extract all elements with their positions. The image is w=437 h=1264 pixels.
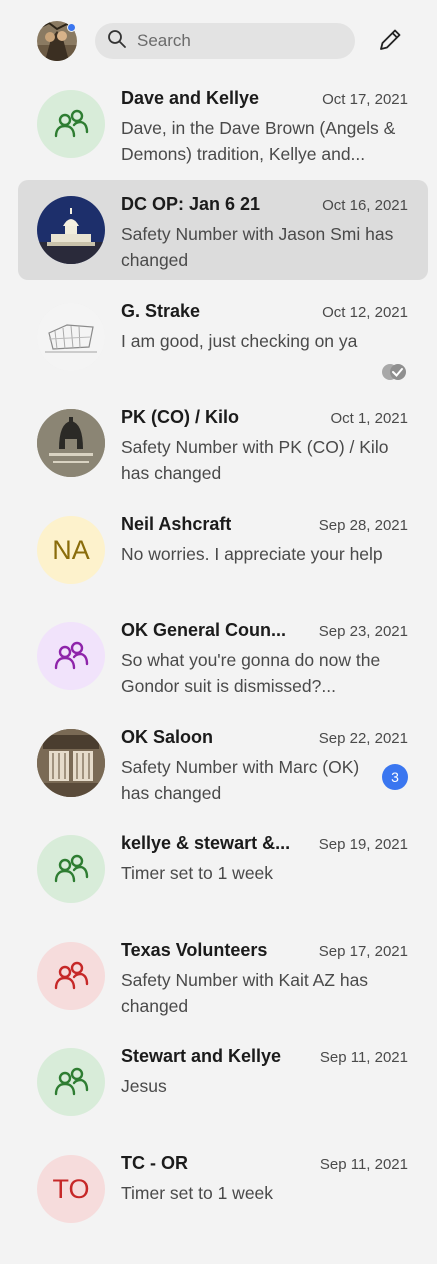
helmet-logo <box>37 409 105 477</box>
conversation-date: Sep 11, 2021 <box>319 1049 408 1066</box>
group-icon <box>54 854 89 883</box>
avatar-initials: NA <box>52 534 90 565</box>
conversation-name: Texas Volunteers <box>121 940 268 960</box>
conversation-row[interactable]: OK Saloon Sep 22, 2021 Safety Number wit… <box>18 713 428 813</box>
message-snippet: Safety Number with Jason Smi has changed <box>121 224 394 270</box>
conversation-name: Dave and Kellye <box>121 88 260 108</box>
group-icon <box>54 109 89 138</box>
conversation-row[interactable]: Texas Volunteers Sep 17, 2021 Safety Num… <box>18 926 428 1026</box>
group-icon <box>54 1067 89 1096</box>
conversation-name: G. Strake <box>121 301 201 321</box>
avatar <box>37 303 105 371</box>
conversation-date: Sep 17, 2021 <box>318 943 408 960</box>
avatar: TO <box>37 1155 105 1223</box>
message-snippet: Safety Number with PK (CO) / Kilo has ch… <box>121 437 389 483</box>
conversation-row[interactable]: kellye & stewart &... Sep 19, 2021 Timer… <box>18 819 428 919</box>
read-receipt-icon <box>380 362 408 387</box>
message-snippet: Dave, in the Dave Brown (Angels & Demons… <box>121 118 396 164</box>
conversation-date: Sep 11, 2021 <box>319 1156 408 1173</box>
conversation-row[interactable]: OK General Coun... Sep 23, 2021 So what … <box>18 606 428 706</box>
avatar <box>37 1048 105 1116</box>
message-snippet: Timer set to 1 week <box>121 863 274 883</box>
capitol-photo <box>37 196 105 264</box>
message-snippet: Safety Number with Marc (OK) has changed <box>121 757 360 803</box>
unread-count-badge: 3 <box>382 764 408 790</box>
message-snippet: I am good, just checking on ya <box>121 331 358 351</box>
message-snippet: So what you're gonna do now the Gondor s… <box>121 650 381 696</box>
conversation-name: Stewart and Kellye <box>121 1046 282 1066</box>
pencil-icon <box>376 26 404 59</box>
conversation-row[interactable]: G. Strake Oct 12, 2021 I am good, just c… <box>18 287 428 387</box>
conversation-row[interactable]: TO TC - OR Sep 11, 2021 Timer set to 1 w… <box>18 1139 428 1239</box>
conversation-row[interactable]: NA Neil Ashcraft Sep 28, 2021 No worries… <box>18 500 428 600</box>
conversation-row[interactable]: PK (CO) / Kilo Oct 1, 2021 Safety Number… <box>18 393 428 493</box>
top-bar <box>0 0 437 80</box>
group-icon <box>54 961 89 990</box>
new-story-indicator <box>67 23 76 32</box>
conversation-date: Sep 19, 2021 <box>318 836 408 853</box>
avatar <box>37 942 105 1010</box>
search-bar[interactable] <box>95 23 355 59</box>
conversation-date: Oct 1, 2021 <box>330 410 408 427</box>
avatar-initials: TO <box>52 1173 90 1204</box>
conversation-name: PK (CO) / Kilo <box>121 407 239 427</box>
conversation-row[interactable]: Dave and Kellye Oct 17, 2021 Dave, in th… <box>18 74 428 174</box>
conversation-date: Sep 22, 2021 <box>318 730 408 747</box>
conversation-name: kellye & stewart &... <box>121 833 291 853</box>
avatar <box>37 729 105 797</box>
conversation-date: Oct 16, 2021 <box>322 197 408 214</box>
conversation-name: OK General Coun... <box>121 620 287 640</box>
saloon-photo <box>37 729 105 797</box>
conversation-name: OK Saloon <box>121 727 214 747</box>
conversation-row-selected[interactable]: DC OP: Jan 6 21 Oct 16, 2021 Safety Numb… <box>18 180 428 280</box>
search-icon <box>107 29 127 54</box>
compose-button[interactable] <box>370 22 410 62</box>
conversation-name: TC - OR <box>121 1153 188 1173</box>
conversation-row[interactable]: Stewart and Kellye Sep 11, 2021 Jesus <box>18 1032 428 1132</box>
avatar: NA <box>37 516 105 584</box>
message-snippet: Jesus <box>121 1076 167 1096</box>
conversation-name: Neil Ashcraft <box>121 514 232 534</box>
avatar <box>37 835 105 903</box>
message-snippet: Safety Number with Kait AZ has changed <box>121 970 369 1016</box>
avatar <box>37 90 105 158</box>
avatar <box>37 409 105 477</box>
conversation-date: Oct 12, 2021 <box>322 304 408 321</box>
conversation-date: Sep 23, 2021 <box>318 623 408 640</box>
conversation-name: DC OP: Jan 6 21 <box>121 194 261 214</box>
message-snippet: No worries. I appreciate your help <box>121 544 383 564</box>
group-icon <box>54 641 89 670</box>
avatar <box>37 622 105 690</box>
conversation-date: Oct 17, 2021 <box>322 91 408 108</box>
avatar <box>37 196 105 264</box>
conversation-date: Sep 28, 2021 <box>318 517 408 534</box>
search-input[interactable] <box>137 31 337 51</box>
message-snippet: Timer set to 1 week <box>121 1183 274 1203</box>
sketch-photo <box>37 303 105 371</box>
